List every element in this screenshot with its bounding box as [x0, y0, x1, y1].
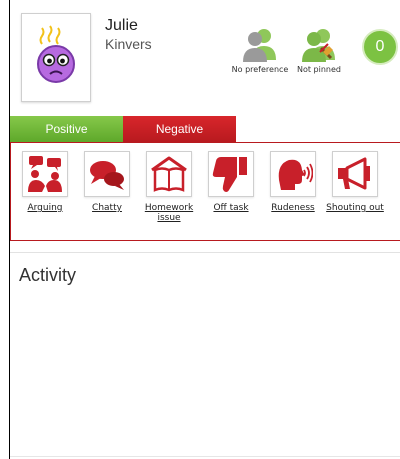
- activity-divider: [10, 456, 400, 457]
- behaviour-label-rudeness: Rudeness: [271, 203, 315, 213]
- no-preference-indicator[interactable]: No preference: [230, 26, 290, 74]
- student-avatar[interactable]: [21, 13, 91, 102]
- behaviour-label-arguing: Arguing: [27, 203, 63, 213]
- behaviour-tile: [146, 151, 192, 197]
- student-surname: Kinvers: [105, 36, 152, 52]
- behaviour-tile: [84, 151, 130, 197]
- thumbs-down-icon: [212, 157, 247, 192]
- behaviour-tile: [22, 151, 68, 197]
- chatty-icon: [90, 161, 124, 190]
- tab-positive[interactable]: Positive: [10, 116, 123, 142]
- people-pin-icon: [302, 29, 335, 62]
- not-pinned-label: Not pinned: [297, 65, 341, 74]
- behaviour-tile: [270, 151, 316, 197]
- rudeness-icon: [278, 159, 313, 190]
- behaviour-label-chatty: Chatty: [92, 203, 122, 213]
- behaviour-label-off-task: Off task: [213, 203, 249, 213]
- behaviour-panel: Arguing Chatty Homework issue Off task R…: [10, 142, 400, 241]
- points-badge[interactable]: 0: [362, 29, 398, 65]
- behaviour-rudeness[interactable]: Rudeness: [263, 151, 323, 213]
- behaviour-arguing[interactable]: Arguing: [15, 151, 75, 213]
- not-pinned-indicator[interactable]: Not pinned: [289, 26, 349, 74]
- behaviour-tile: [332, 151, 378, 197]
- behaviour-tile: [208, 151, 254, 197]
- homework-icon: [151, 156, 187, 192]
- behaviour-off-task[interactable]: Off task: [201, 151, 261, 213]
- no-preference-label: No preference: [231, 65, 289, 74]
- activity-panel: Activity: [10, 252, 400, 459]
- behaviour-label-homework-issue: Homework issue: [144, 203, 194, 223]
- behaviour-homework-issue[interactable]: Homework issue: [139, 151, 199, 223]
- behaviour-chatty[interactable]: Chatty: [77, 151, 137, 213]
- arguing-icon: [28, 156, 62, 192]
- behaviour-shouting-out[interactable]: Shouting out: [325, 151, 385, 213]
- behaviour-label-shouting-out: Shouting out: [326, 203, 384, 213]
- avatar-face-icon: [37, 25, 75, 83]
- megaphone-icon: [338, 157, 370, 190]
- student-name: Julie: [105, 17, 138, 34]
- tab-negative[interactable]: Negative: [123, 116, 236, 142]
- activity-title: Activity: [19, 265, 77, 285]
- student-card: Julie Kinvers No preference Not pinned 0: [10, 0, 400, 106]
- people-icon: [243, 29, 276, 62]
